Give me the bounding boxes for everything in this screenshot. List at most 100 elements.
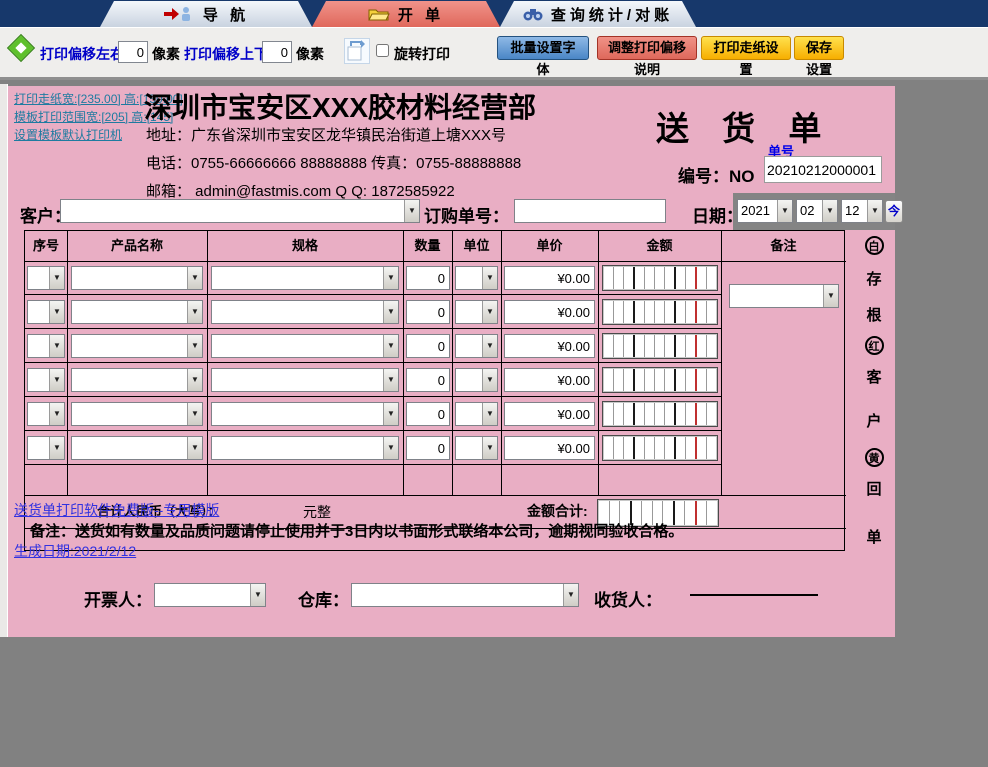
unit-combo[interactable]: ▼ (455, 436, 498, 460)
chevron-down-icon[interactable]: ▼ (482, 301, 497, 323)
template-version-link[interactable]: 送货单打印软件免费版--专用模版 (14, 500, 219, 520)
chevron-down-icon[interactable]: ▼ (187, 437, 202, 459)
qty-input[interactable] (406, 436, 450, 460)
chevron-down-icon[interactable]: ▼ (482, 403, 497, 425)
chevron-down-icon[interactable]: ▼ (383, 335, 398, 357)
chevron-down-icon[interactable]: ▼ (822, 200, 837, 222)
unit-combo[interactable]: ▼ (455, 266, 498, 290)
product-name-combo[interactable]: ▼ (71, 368, 203, 392)
seq-combo[interactable]: ▼ (27, 334, 65, 358)
order-no-input[interactable] (514, 199, 666, 223)
chevron-down-icon[interactable]: ▼ (867, 200, 882, 222)
tab-billing[interactable]: 开 单 (312, 1, 500, 27)
tab-query-stats[interactable]: 查询统计/对账 (500, 1, 696, 27)
batch-font-button[interactable]: 批量设置字体 (497, 36, 589, 60)
offset-ud-input[interactable] (262, 41, 292, 63)
issuer-combo[interactable]: ▼ (154, 583, 266, 607)
chevron-down-icon[interactable]: ▼ (187, 369, 202, 391)
product-name-combo[interactable]: ▼ (71, 436, 203, 460)
chevron-down-icon[interactable]: ▼ (383, 437, 398, 459)
chevron-down-icon[interactable]: ▼ (49, 403, 64, 425)
chevron-down-icon[interactable]: ▼ (383, 267, 398, 289)
issuer-label: 开票人： (84, 586, 152, 611)
price-input[interactable] (504, 334, 595, 358)
seq-combo[interactable]: ▼ (27, 266, 65, 290)
diamond-icon (8, 35, 33, 60)
chevron-down-icon[interactable]: ▼ (187, 403, 202, 425)
today-button[interactable]: 今 (885, 200, 903, 223)
spec-combo[interactable]: ▼ (211, 334, 399, 358)
chevron-down-icon[interactable]: ▼ (404, 200, 419, 222)
date-day-combo[interactable]: 12▼ (841, 199, 883, 223)
warehouse-label: 仓库： (298, 586, 349, 611)
price-input[interactable] (504, 368, 595, 392)
price-input[interactable] (504, 436, 595, 460)
price-input[interactable] (504, 266, 595, 290)
generated-date-link[interactable]: 生成日期:2021/2/12 (14, 541, 136, 561)
remark-combo[interactable]: ▼ (729, 284, 839, 308)
chevron-down-icon[interactable]: ▼ (49, 335, 64, 357)
row-divider (25, 464, 721, 465)
open-folder-icon (368, 6, 390, 22)
spec-combo[interactable]: ▼ (211, 402, 399, 426)
product-name-combo[interactable]: ▼ (71, 300, 203, 324)
chevron-down-icon[interactable]: ▼ (482, 369, 497, 391)
copy-legend-char: 回 (857, 478, 891, 499)
chevron-down-icon[interactable]: ▼ (383, 301, 398, 323)
paper-setup-button[interactable]: 打印走纸设置 (701, 36, 791, 60)
chevron-down-icon[interactable]: ▼ (49, 267, 64, 289)
doc-no-input[interactable] (764, 156, 882, 183)
unit-combo[interactable]: ▼ (455, 300, 498, 324)
chevron-down-icon[interactable]: ▼ (482, 335, 497, 357)
price-input[interactable] (504, 300, 595, 324)
spec-combo[interactable]: ▼ (211, 436, 399, 460)
copy-color-icon: 白 (857, 236, 891, 255)
offset-help-button[interactable]: 调整打印偏移说明 (597, 36, 697, 60)
chevron-down-icon[interactable]: ▼ (563, 584, 578, 606)
seq-combo[interactable]: ▼ (27, 368, 65, 392)
customer-combo[interactable]: ▼ (60, 199, 420, 223)
date-month-combo[interactable]: 02▼ (796, 199, 838, 223)
product-name-combo[interactable]: ▼ (71, 266, 203, 290)
qty-input[interactable] (406, 368, 450, 392)
tab-navigation[interactable]: 导 航 (100, 1, 312, 27)
qty-input[interactable] (406, 300, 450, 324)
chevron-down-icon[interactable]: ▼ (49, 437, 64, 459)
product-name-combo[interactable]: ▼ (71, 334, 203, 358)
chevron-down-icon[interactable]: ▼ (49, 369, 64, 391)
qty-input[interactable] (406, 266, 450, 290)
chevron-down-icon[interactable]: ▼ (482, 267, 497, 289)
seq-combo[interactable]: ▼ (27, 402, 65, 426)
chevron-down-icon[interactable]: ▼ (187, 335, 202, 357)
chevron-down-icon[interactable]: ▼ (777, 200, 792, 222)
chevron-down-icon[interactable]: ▼ (383, 403, 398, 425)
spec-combo[interactable]: ▼ (211, 266, 399, 290)
qty-input[interactable] (406, 334, 450, 358)
chevron-down-icon[interactable]: ▼ (250, 584, 265, 606)
save-settings-button[interactable]: 保存设置 (794, 36, 844, 60)
chevron-down-icon[interactable]: ▼ (383, 369, 398, 391)
spec-combo[interactable]: ▼ (211, 300, 399, 324)
chevron-down-icon[interactable]: ▼ (49, 301, 64, 323)
pixels-label-2: 像素 (296, 44, 324, 64)
unit-combo[interactable]: ▼ (455, 334, 498, 358)
chevron-down-icon[interactable]: ▼ (187, 267, 202, 289)
product-name-combo[interactable]: ▼ (71, 402, 203, 426)
default-printer-link[interactable]: 设置模板默认打印机 (14, 126, 122, 143)
unit-combo[interactable]: ▼ (455, 402, 498, 426)
table-row: ▼ ▼ ▼ ▼ (25, 261, 846, 295)
date-year-combo[interactable]: 2021▼ (737, 199, 793, 223)
rotate-print-checkbox[interactable] (376, 44, 389, 57)
chevron-down-icon[interactable]: ▼ (482, 437, 497, 459)
chevron-down-icon[interactable]: ▼ (823, 285, 838, 307)
offset-lr-input[interactable] (118, 41, 148, 63)
seq-combo[interactable]: ▼ (27, 300, 65, 324)
warehouse-combo[interactable]: ▼ (351, 583, 579, 607)
spec-combo[interactable]: ▼ (211, 368, 399, 392)
price-input[interactable] (504, 402, 595, 426)
rotate-page-icon (344, 38, 370, 64)
qty-input[interactable] (406, 402, 450, 426)
unit-combo[interactable]: ▼ (455, 368, 498, 392)
seq-combo[interactable]: ▼ (27, 436, 65, 460)
chevron-down-icon[interactable]: ▼ (187, 301, 202, 323)
